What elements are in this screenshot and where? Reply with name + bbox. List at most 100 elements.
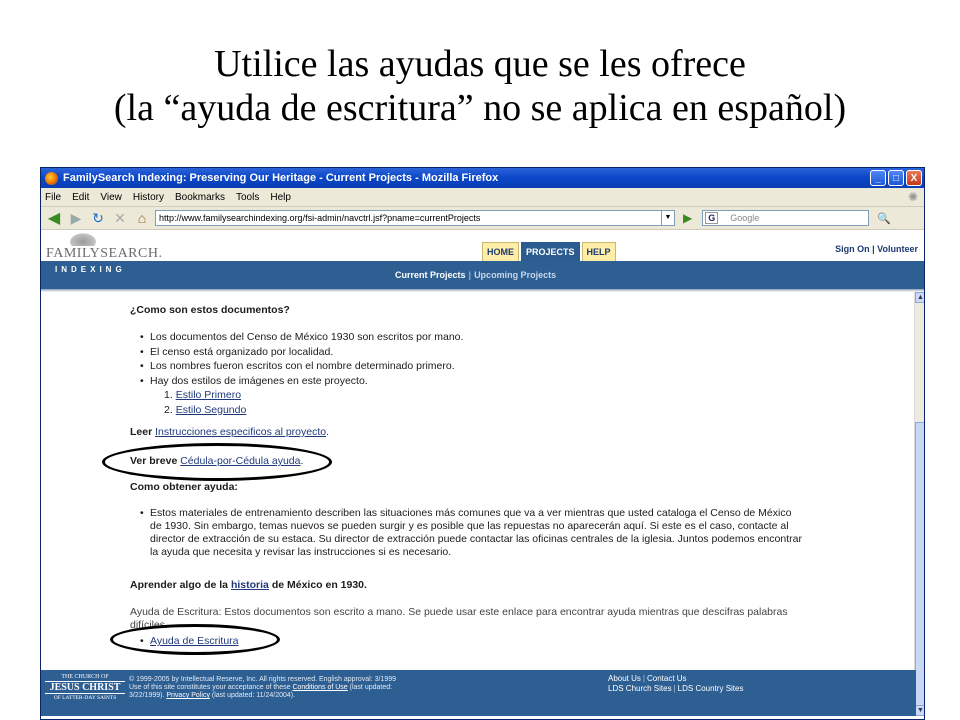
conditions-of-use-link[interactable]: Conditions of Use	[292, 684, 347, 691]
leer-line: Leer Instrucciones especificos al proyec…	[130, 426, 329, 439]
navigation-toolbar: ◀ ▶ ↻ ✕ ⌂ http://www.familysearchindexin…	[41, 207, 924, 230]
highlight-ellipse-escritura	[110, 624, 280, 655]
estilo-segundo-link[interactable]: Estilo Segundo	[176, 404, 247, 416]
help-heading: Como obtener ayuda:	[130, 481, 238, 493]
instructions-link[interactable]: Instrucciones especificos al proyecto	[155, 426, 326, 438]
back-arrow-icon[interactable]: ◀	[45, 209, 63, 227]
styles-list: 1. Estilo Primero 2. Estilo Segundo	[164, 388, 246, 417]
help-line: de 1930. Sin embargo, temas nuevos se pu…	[150, 520, 789, 532]
search-box[interactable]: G Google	[702, 210, 870, 226]
menu-bookmarks[interactable]: Bookmarks	[175, 192, 225, 203]
list-item: El censo está organizado por localidad.	[130, 345, 463, 360]
slide-title-line1: Utilice las ayudas que se les ofrece	[214, 43, 746, 85]
legal-line: (last updated: 11/24/2004).	[211, 692, 296, 699]
scroll-down-icon[interactable]: ▼	[915, 705, 924, 716]
home-icon[interactable]: ⌂	[133, 209, 151, 227]
reload-icon[interactable]: ↻	[89, 209, 107, 227]
volunteer-link[interactable]: Volunteer	[877, 244, 918, 254]
learn-suffix: de México en 1930.	[271, 579, 367, 591]
maximize-button[interactable]: □	[888, 170, 904, 186]
account-separator: |	[872, 244, 875, 254]
minimize-button[interactable]: _	[870, 170, 886, 186]
account-links: Sign On | Volunteer	[835, 244, 918, 254]
logo-bottom-line: OF LATTER-DAY SAINTS	[53, 695, 117, 701]
url-bar[interactable]: http://www.familysearchindexing.org/fsi-…	[155, 210, 675, 226]
sub-navigation: Current Projects | Upcoming Projects	[395, 270, 556, 280]
menu-help[interactable]: Help	[270, 192, 291, 203]
historia-link[interactable]: historia	[231, 579, 269, 591]
window-titlebar[interactable]: FamilySearch Indexing: Preserving Our He…	[41, 168, 924, 188]
go-icon[interactable]: ▶	[683, 211, 692, 225]
section-bar: INDEXING Current Projects | Upcoming Proje…	[41, 261, 924, 289]
tab-help[interactable]: HELP	[581, 242, 616, 262]
window-controls: _ □ X	[870, 170, 922, 186]
site-tabs: HOME PROJECTS HELP	[482, 242, 618, 262]
window-title: FamilySearch Indexing: Preserving Our He…	[63, 172, 499, 184]
legal-line: (last updated:	[349, 684, 393, 691]
help-line: Estos materiales de entrenamiento descri…	[150, 507, 792, 519]
contact-us-link[interactable]: Contact Us	[647, 674, 687, 683]
footer-separator: |	[673, 684, 676, 693]
learn-line: Aprender algo de la historia de México e…	[130, 579, 367, 592]
search-placeholder: Google	[730, 213, 760, 223]
stop-icon[interactable]: ✕	[111, 209, 129, 227]
logo-top-line: THE CHURCH OF	[61, 674, 109, 680]
menu-file[interactable]: File	[45, 192, 61, 203]
search-engine-icon[interactable]: G	[705, 212, 719, 224]
scrollbar-thumb[interactable]	[915, 422, 924, 712]
tree-logo-icon	[68, 232, 98, 246]
slide-title: Utilice las ayudas que se les ofrece (la…	[0, 42, 960, 130]
url-dropdown-icon[interactable]: ▼	[661, 211, 674, 225]
current-projects-link[interactable]: Current Projects	[395, 270, 466, 280]
list-item: Estos materiales de entrenamiento descri…	[130, 507, 830, 559]
lds-church-logo[interactable]: THE CHURCH OF JESUS CHRIST OF LATTER-DAY…	[45, 674, 125, 714]
sub-nav-separator: |	[468, 270, 472, 280]
menu-bar: File Edit View History Bookmarks Tools H…	[41, 188, 924, 207]
list-item: Los documentos del Censo de México 1930 …	[130, 330, 463, 345]
forward-arrow-icon[interactable]: ▶	[67, 209, 85, 227]
menu-tools[interactable]: Tools	[236, 192, 259, 203]
logo-main-line: JESUS CHRIST	[45, 681, 125, 694]
section-title: INDEXING	[55, 265, 126, 274]
menu-history[interactable]: History	[133, 192, 164, 203]
site-header: FAMILYSEARCH. HOME PROJECTS HELP Sign On…	[41, 230, 924, 262]
tab-projects[interactable]: PROJECTS	[521, 242, 580, 262]
highlight-ellipse-cedula	[102, 443, 332, 481]
leer-label: Leer	[130, 426, 153, 438]
search-magnifier-icon[interactable]: 🔍	[877, 212, 891, 225]
sign-on-link[interactable]: Sign On	[835, 244, 870, 254]
firefox-icon	[45, 171, 58, 185]
familysearch-logo[interactable]: FAMILYSEARCH.	[46, 232, 162, 262]
site-footer: THE CHURCH OF JESUS CHRIST OF LATTER-DAY…	[41, 670, 916, 716]
legal-line: © 1999-2005 by Intellectual Reserve, Inc…	[129, 676, 397, 683]
documents-heading: ¿Como son estos documentos?	[130, 304, 290, 316]
upcoming-projects-link[interactable]: Upcoming Projects	[474, 270, 556, 280]
menu-edit[interactable]: Edit	[72, 192, 89, 203]
style-number: 1.	[164, 389, 173, 401]
throbber-icon: ✺	[907, 190, 918, 204]
privacy-policy-link[interactable]: Privacy Policy	[166, 692, 210, 699]
list-item: 1. Estilo Primero	[164, 388, 246, 403]
logo-text: FAMILYSEARCH.	[46, 246, 163, 261]
lds-country-sites-link[interactable]: LDS Country Sites	[678, 684, 744, 693]
list-item: Hay dos estilos de imágenes en este proy…	[130, 374, 463, 389]
leer-period: .	[326, 426, 330, 438]
legal-line: Use of this site constitutes your accept…	[129, 684, 291, 691]
legal-text: © 1999-2005 by Intellectual Reserve, Inc…	[129, 676, 429, 700]
list-item: Los nombres fueron escritos con el nombr…	[130, 359, 463, 374]
writing-help-line: Ayuda de Escritura: Estos documentos son…	[130, 606, 788, 618]
url-text: http://www.familysearchindexing.org/fsi-…	[159, 213, 481, 223]
help-list: Estos materiales de entrenamiento descri…	[130, 507, 830, 559]
close-button[interactable]: X	[906, 170, 922, 186]
list-item: 2. Estilo Segundo	[164, 403, 246, 418]
lds-church-sites-link[interactable]: LDS Church Sites	[608, 684, 672, 693]
estilo-primero-link[interactable]: Estilo Primero	[176, 389, 241, 401]
scroll-up-icon[interactable]: ▲	[915, 292, 924, 303]
vertical-scrollbar[interactable]: ▲ ▼	[914, 292, 924, 716]
style-number: 2.	[164, 403, 173, 416]
help-line: director de extracción de su estaca. Su …	[150, 533, 802, 545]
menu-view[interactable]: View	[100, 192, 122, 203]
tab-home[interactable]: HOME	[482, 242, 519, 262]
slide-title-line2: (la “ayuda de escritura” no se aplica en…	[113, 87, 847, 129]
about-us-link[interactable]: About Us	[608, 674, 641, 683]
